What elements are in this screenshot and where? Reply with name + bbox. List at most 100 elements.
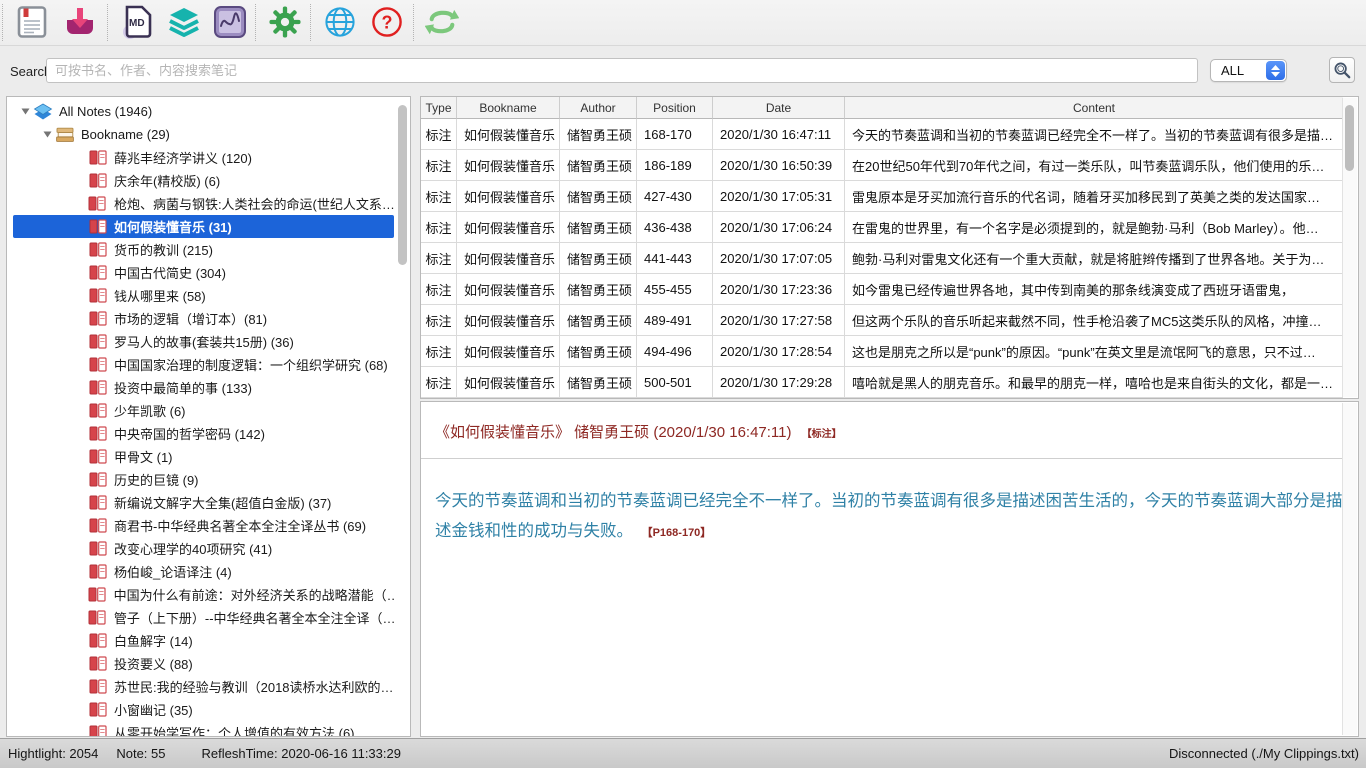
cell-content: 今天的节奏蓝调和当初的节奏蓝调已经完全不一样了。当初的节奏蓝调有很多是描… xyxy=(845,119,1343,150)
column-header-position[interactable]: Position xyxy=(637,97,713,119)
tree-item-book[interactable]: 历史的巨镜 (9) xyxy=(13,468,394,491)
cell-type: 标注 xyxy=(421,367,457,398)
detail-scrollbar[interactable] xyxy=(1342,403,1357,735)
help-icon[interactable]: ? xyxy=(369,4,405,40)
tree-item-book[interactable]: 货币的教训 (215) xyxy=(13,238,394,261)
tree-item-label: 新编说文解字大全集(超值白金版) (37) xyxy=(114,493,331,512)
tree-item-book[interactable]: 钱从哪里来 (58) xyxy=(13,284,394,307)
tree-item-book[interactable]: 投资中最简单的事 (133) xyxy=(13,376,394,399)
tree-item-book[interactable]: 中国国家治理的制度逻辑：一个组织学研究 (68) xyxy=(13,353,394,376)
table-row[interactable]: 标注 如何假装懂音乐 储智勇王硕 455-455 2020/1/30 17:23… xyxy=(421,274,1343,305)
tree-item-book[interactable]: 投资要义 (88) xyxy=(13,652,394,675)
notes-icon[interactable] xyxy=(14,4,50,40)
column-header-bookname[interactable]: Bookname xyxy=(457,97,560,119)
column-header-type[interactable]: Type xyxy=(421,97,457,119)
layers-icon[interactable] xyxy=(166,4,202,40)
tree-item-book[interactable]: 少年凯歌 (6) xyxy=(13,399,394,422)
tree-item-book[interactable]: 中国古代简史 (304) xyxy=(13,261,394,284)
settings-gear-icon[interactable] xyxy=(267,4,303,40)
table-scrollbar-thumb[interactable] xyxy=(1345,105,1354,171)
cell-bookname: 如何假装懂音乐 xyxy=(457,305,560,336)
tree-item-all-notes[interactable]: All Notes (1946) xyxy=(13,100,394,123)
tree-item-book[interactable]: 杨伯峻_论语译注 (4) xyxy=(13,560,394,583)
tree-item-label: 投资中最简单的事 (133) xyxy=(114,378,252,397)
table-scrollbar[interactable] xyxy=(1342,98,1357,397)
tree-item-label: 庆余年(精校版) (6) xyxy=(114,171,220,190)
stats-icon[interactable] xyxy=(212,4,248,40)
table-row[interactable]: 标注 如何假装懂音乐 储智勇王硕 186-189 2020/1/30 16:50… xyxy=(421,150,1343,181)
cell-content: 嘻哈就是黑人的朋克音乐。和最早的朋克一样，嘻哈也是来自街头的文化，都是一… xyxy=(845,367,1343,398)
tree-item-book[interactable]: 商君书-中华经典名著全本全注全译丛书 (69) xyxy=(13,514,394,537)
table-row[interactable]: 标注 如何假装懂音乐 储智勇王硕 441-443 2020/1/30 17:07… xyxy=(421,243,1343,274)
markdown-icon[interactable]: MD xyxy=(119,4,155,40)
table-row[interactable]: 标注 如何假装懂音乐 储智勇王硕 494-496 2020/1/30 17:28… xyxy=(421,336,1343,367)
cell-author: 储智勇王硕 xyxy=(560,243,637,274)
search-input[interactable] xyxy=(46,58,1198,83)
tree-item-book[interactable]: 白鱼解字 (14) xyxy=(13,629,394,652)
tree-item-book[interactable]: 薛兆丰经济学讲义 (120) xyxy=(13,146,394,169)
tree-item-book[interactable]: 市场的逻辑（增订本）(81) xyxy=(13,307,394,330)
cell-content: 鲍勃·马利对雷鬼文化还有一个重大贡献，就是将脏辫传播到了世界各地。关于为… xyxy=(845,243,1343,274)
table-row[interactable]: 标注 如何假装懂音乐 储智勇王硕 427-430 2020/1/30 17:05… xyxy=(421,181,1343,212)
status-connection: Disconnected (./My Clippings.txt) xyxy=(1169,746,1359,761)
search-button[interactable] xyxy=(1329,57,1355,83)
sidebar-scrollbar-thumb[interactable] xyxy=(398,105,407,265)
tree-item-label: 杨伯峻_论语译注 (4) xyxy=(114,562,232,581)
column-header-content[interactable]: Content xyxy=(845,97,1343,119)
tree-item-book[interactable]: 管子（上下册）--中华经典名著全本全注全译（… xyxy=(13,606,394,629)
tree-item-book[interactable]: 改变心理学的40项研究 (41) xyxy=(13,537,394,560)
tree-item-book[interactable]: 苏世民:我的经验与教训（2018读桥水达利欧的… xyxy=(13,675,394,698)
table-row[interactable]: 标注 如何假装懂音乐 储智勇王硕 500-501 2020/1/30 17:29… xyxy=(421,367,1343,398)
tree-item-book[interactable]: 从零开始学写作：个人增值的有效方法 (6) xyxy=(13,721,394,737)
tree-item-label: 甲骨文 (1) xyxy=(114,447,173,466)
table-row[interactable]: 标注 如何假装懂音乐 储智勇王硕 436-438 2020/1/30 17:06… xyxy=(421,212,1343,243)
cell-date: 2020/1/30 17:27:58 xyxy=(713,305,845,336)
tree-item-label: 钱从哪里来 (58) xyxy=(114,286,206,305)
cell-author: 储智勇王硕 xyxy=(560,181,637,212)
tree-item-bookname[interactable]: Bookname (29) xyxy=(13,123,394,146)
disclosure-triangle-icon[interactable] xyxy=(21,108,32,115)
table-row[interactable]: 标注 如何假装懂音乐 储智勇王硕 168-170 2020/1/30 16:47… xyxy=(421,119,1343,150)
cell-date: 2020/1/30 17:05:31 xyxy=(713,181,845,212)
tree-item-book[interactable]: 中国为什么有前途：对外经济关系的战略潜能（… xyxy=(13,583,394,606)
column-header-date[interactable]: Date xyxy=(713,97,845,119)
book-icon xyxy=(87,472,108,487)
tree-item-book[interactable]: 新编说文解字大全集(超值白金版) (37) xyxy=(13,491,394,514)
detail-title: 《如何假装懂音乐》 储智勇王硕 (2020/1/30 16:47:11) 【标注… xyxy=(435,421,842,442)
disclosure-triangle-icon[interactable] xyxy=(43,131,54,138)
book-icon xyxy=(87,196,108,211)
tree-item-book[interactable]: 小窗幽记 (35) xyxy=(13,698,394,721)
tree-item-book[interactable]: 庆余年(精校版) (6) xyxy=(13,169,394,192)
sidebar: All Notes (1946) Bookname (29) xyxy=(6,96,411,737)
tree-item-book[interactable]: 甲骨文 (1) xyxy=(13,445,394,468)
book-icon xyxy=(87,334,108,349)
tree-item-book[interactable]: 枪炮、病菌与钢铁:人类社会的命运(世纪人文系… xyxy=(13,192,394,215)
tree-item-label: Bookname (29) xyxy=(81,127,170,142)
svg-text:?: ? xyxy=(382,13,393,33)
table-row[interactable]: 标注 如何假装懂音乐 储智勇王硕 489-491 2020/1/30 17:27… xyxy=(421,305,1343,336)
tree-item-book[interactable]: 中央帝国的哲学密码 (142) xyxy=(13,422,394,445)
tree-item-label: All Notes (1946) xyxy=(59,104,152,119)
book-icon xyxy=(87,541,108,556)
toolbar-separator xyxy=(2,4,3,41)
cell-type: 标注 xyxy=(421,274,457,305)
cell-position: 441-443 xyxy=(637,243,713,274)
cell-position: 436-438 xyxy=(637,212,713,243)
web-globe-icon[interactable] xyxy=(322,4,358,40)
tree-item-label: 改变心理学的40项研究 (41) xyxy=(114,539,272,558)
column-header-author[interactable]: Author xyxy=(560,97,637,119)
book-icon xyxy=(87,610,108,625)
cell-type: 标注 xyxy=(421,119,457,150)
refresh-icon[interactable] xyxy=(424,4,460,40)
tree-item-book[interactable]: 如何假装懂音乐 (31) xyxy=(13,215,394,238)
tree-item-book[interactable]: 罗马人的故事(套装共15册) (36) xyxy=(13,330,394,353)
cell-date: 2020/1/30 17:06:24 xyxy=(713,212,845,243)
notes-table: Type Bookname Author Position Date Conte… xyxy=(420,96,1359,399)
cell-bookname: 如何假装懂音乐 xyxy=(457,119,560,150)
tree-item-label: 市场的逻辑（增订本）(81) xyxy=(114,309,267,328)
import-icon[interactable] xyxy=(62,4,98,40)
detail-position-badge: 【P168-170】 xyxy=(642,527,712,539)
filter-dropdown[interactable]: ALL xyxy=(1210,59,1287,82)
cell-author: 储智勇王硕 xyxy=(560,367,637,398)
book-icon xyxy=(87,725,108,737)
